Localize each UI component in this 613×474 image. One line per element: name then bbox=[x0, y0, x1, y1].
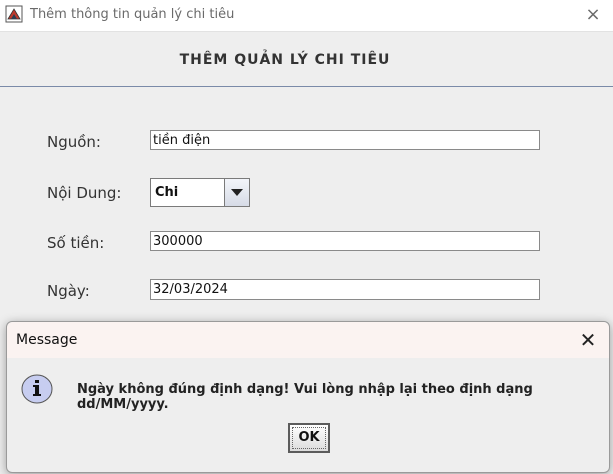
date-input[interactable]: 32/03/2024 bbox=[150, 279, 540, 300]
content-label: Nội Dung: bbox=[47, 184, 122, 202]
content-select[interactable]: Chi bbox=[150, 178, 250, 207]
form-heading: THÊM QUẢN LÝ CHI TIÊU bbox=[179, 52, 391, 68]
dialog-titlebar: Message ✕ bbox=[7, 322, 609, 358]
content-select-value: Chi bbox=[155, 185, 179, 200]
dialog-message: Ngày không đúng định dạng! Vui lòng nhập… bbox=[77, 382, 533, 412]
date-label: Ngày: bbox=[47, 282, 90, 300]
window-title: Thêm thông tin quản lý chi tiêu bbox=[30, 7, 235, 22]
window-close-button[interactable]: × bbox=[582, 4, 604, 26]
message-dialog: Message ✕ Ngày không đúng định dạng! Vui… bbox=[6, 321, 610, 473]
dialog-title: Message bbox=[16, 332, 78, 348]
content-select-dropdown-button[interactable] bbox=[224, 179, 249, 206]
source-input[interactable]: tiền điện bbox=[150, 130, 540, 150]
heading-divider bbox=[0, 86, 613, 87]
ok-button[interactable]: OK bbox=[288, 423, 330, 453]
chevron-down-icon bbox=[231, 189, 243, 196]
window-titlebar: Thêm thông tin quản lý chi tiêu × bbox=[0, 0, 613, 32]
source-label: Nguồn: bbox=[47, 133, 101, 151]
dialog-close-button[interactable]: ✕ bbox=[575, 327, 601, 353]
amount-input[interactable]: 300000 bbox=[150, 231, 540, 251]
info-icon bbox=[21, 374, 53, 404]
amount-label: Số tiền: bbox=[47, 234, 105, 252]
java-app-icon bbox=[5, 5, 23, 23]
